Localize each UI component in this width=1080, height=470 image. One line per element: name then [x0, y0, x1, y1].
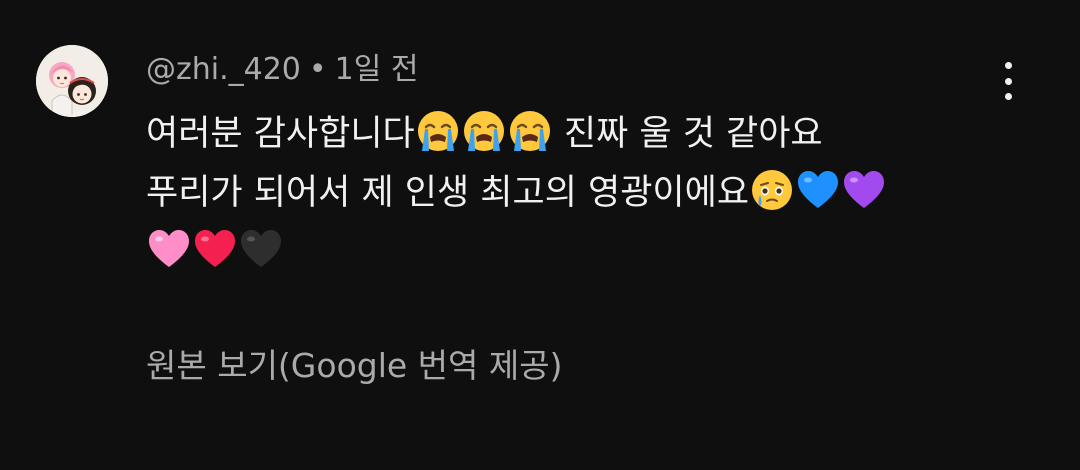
comment-item: @zhi._420 • 1일 전 여러분 감사합니다 진짜 울 것 같아요 푸리가 …	[0, 0, 1080, 470]
pink-heart-emoji	[146, 226, 192, 272]
comment-text: 진짜 울 것 같아요	[552, 114, 823, 154]
comment-line: 푸리가 되어서 제 인생 최고의 영광이에요	[146, 164, 1046, 223]
view-original-link[interactable]: 원본 보기(Google 번역 제공)	[146, 342, 562, 390]
face-holding-back-tears-emoji	[749, 167, 795, 213]
comment-timestamp[interactable]: 1일 전	[335, 52, 419, 87]
comment-line	[146, 223, 1046, 282]
black-heart-emoji	[238, 226, 284, 272]
purple-heart-emoji	[841, 167, 887, 213]
author-handle[interactable]: @zhi._420	[146, 52, 301, 87]
comment-line: 여러분 감사합니다 진짜 울 것 같아요	[146, 105, 1046, 164]
more-options-button[interactable]	[986, 58, 1030, 104]
meta-separator: •	[308, 52, 327, 87]
comment-body: 여러분 감사합니다 진짜 울 것 같아요 푸리가 되어서 제 인생 최고의 영광…	[146, 105, 1046, 282]
avatar[interactable]	[36, 45, 108, 117]
comment-text: 푸리가 되어서 제 인생 최고의 영광이에요	[146, 173, 750, 213]
loudly-crying-face-emoji	[415, 108, 461, 154]
more-vertical-icon-dot	[1004, 93, 1012, 100]
loudly-crying-face-emoji	[507, 108, 553, 154]
comment-text: 여러분 감사합니다	[146, 114, 415, 154]
blue-heart-emoji	[795, 167, 841, 213]
red-heart-emoji	[192, 226, 238, 272]
comment-header: @zhi._420 • 1일 전	[146, 49, 418, 91]
loudly-crying-face-emoji	[461, 108, 507, 154]
more-vertical-icon	[1004, 62, 1012, 69]
more-vertical-icon-dot	[1004, 77, 1012, 85]
